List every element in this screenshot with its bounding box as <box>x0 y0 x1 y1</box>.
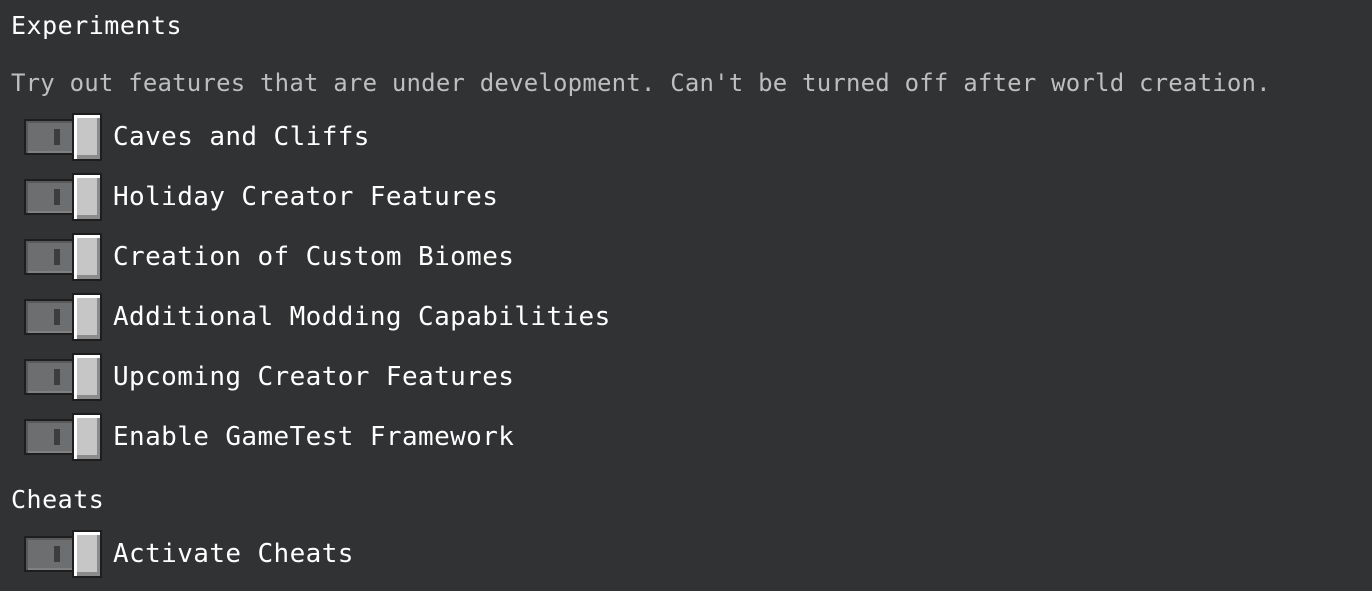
upcoming-creator-features-toggle[interactable] <box>24 353 102 401</box>
experiments-description: Try out features that are under developm… <box>11 69 1271 97</box>
caves-and-cliffs-toggle[interactable] <box>24 113 102 161</box>
toggle-knob[interactable] <box>72 353 102 401</box>
toggle-knob[interactable] <box>72 293 102 341</box>
toggle-off-indicator-icon <box>54 249 60 265</box>
toggle-row-upcoming-creator-features[interactable]: Upcoming Creator Features <box>24 353 514 401</box>
toggle-row-holiday-creator-features[interactable]: Holiday Creator Features <box>24 173 498 221</box>
toggle-knob[interactable] <box>72 173 102 221</box>
toggle-off-indicator-icon <box>54 129 60 145</box>
activate-cheats-label: Activate Cheats <box>113 539 354 569</box>
toggle-off-indicator-icon <box>54 309 60 325</box>
toggle-knob[interactable] <box>72 233 102 281</box>
additional-modding-capabilities-label: Additional Modding Capabilities <box>113 302 611 332</box>
enable-gametest-framework-toggle[interactable] <box>24 413 102 461</box>
cheats-title: Cheats <box>11 485 105 514</box>
additional-modding-capabilities-toggle[interactable] <box>24 293 102 341</box>
toggle-off-indicator-icon <box>54 369 60 385</box>
holiday-creator-features-toggle[interactable] <box>24 173 102 221</box>
caves-and-cliffs-label: Caves and Cliffs <box>113 122 370 152</box>
toggle-row-caves-and-cliffs[interactable]: Caves and Cliffs <box>24 113 370 161</box>
holiday-creator-features-label: Holiday Creator Features <box>113 182 499 212</box>
toggle-knob[interactable] <box>72 113 102 161</box>
experiments-title: Experiments <box>11 11 183 40</box>
creation-of-custom-biomes-label: Creation of Custom Biomes <box>113 242 515 272</box>
activate-cheats-toggle[interactable] <box>24 530 102 578</box>
toggle-row-activate-cheats[interactable]: Activate Cheats <box>24 530 354 578</box>
creation-of-custom-biomes-toggle[interactable] <box>24 233 102 281</box>
toggle-off-indicator-icon <box>54 189 60 205</box>
toggle-row-creation-of-custom-biomes[interactable]: Creation of Custom Biomes <box>24 233 514 281</box>
enable-gametest-framework-label: Enable GameTest Framework <box>113 422 515 452</box>
toggle-row-additional-modding-capabilities[interactable]: Additional Modding Capabilities <box>24 293 611 341</box>
toggle-off-indicator-icon <box>54 546 60 562</box>
upcoming-creator-features-label: Upcoming Creator Features <box>113 362 515 392</box>
toggle-row-enable-gametest-framework[interactable]: Enable GameTest Framework <box>24 413 514 461</box>
toggle-knob[interactable] <box>72 530 102 578</box>
toggle-knob[interactable] <box>72 413 102 461</box>
toggle-off-indicator-icon <box>54 429 60 445</box>
